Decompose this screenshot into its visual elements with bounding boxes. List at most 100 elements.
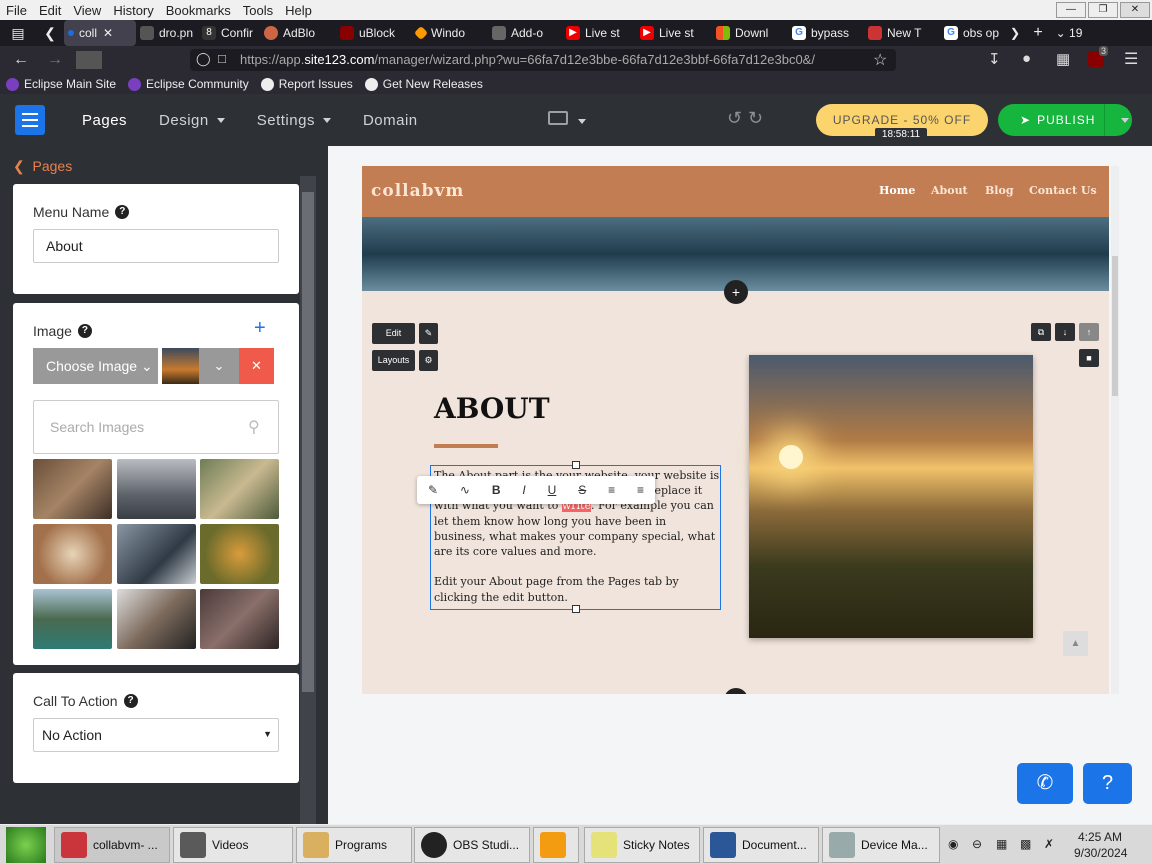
pencil-icon[interactable]: ✎: [419, 323, 438, 344]
taskbar-item[interactable]: Sticky Notes: [584, 827, 700, 863]
shield-icon[interactable]: ◯: [196, 51, 211, 67]
delete-icon[interactable]: ■: [1079, 349, 1099, 367]
tab-active[interactable]: coll ✕: [64, 20, 136, 46]
taskbar-item[interactable]: Document...: [703, 827, 819, 863]
image-search-input[interactable]: Search Images: [33, 400, 279, 454]
preview-scrollbar[interactable]: [1111, 166, 1119, 694]
nav-design[interactable]: Design: [159, 112, 225, 129]
remove-image-icon[interactable]: ✕: [239, 348, 274, 384]
back-to-pages-link[interactable]: ❮ Pages: [13, 158, 72, 175]
publish-button[interactable]: ➤ PUBLISH: [998, 104, 1132, 136]
tab-scroll-left-icon[interactable]: ❮: [36, 25, 64, 42]
tray-icon[interactable]: ▩: [1020, 837, 1031, 851]
tab-item[interactable]: ▶ Live st: [562, 20, 636, 46]
strikethrough-icon[interactable]: S: [578, 483, 586, 497]
restore-button[interactable]: ❐: [1088, 2, 1118, 18]
duplicate-icon[interactable]: ⧉: [1031, 323, 1051, 341]
nav-settings[interactable]: Settings: [257, 112, 331, 129]
bookmark-star-icon[interactable]: ☆: [873, 50, 887, 70]
start-button[interactable]: [6, 827, 46, 863]
add-image-icon[interactable]: +: [254, 317, 266, 340]
about-image[interactable]: [749, 355, 1033, 638]
help-icon[interactable]: ?: [115, 205, 130, 219]
tab-scroll-right-icon[interactable]: ❯: [1004, 26, 1026, 40]
forward-icon[interactable]: →: [42, 51, 68, 69]
stock-image-thumb[interactable]: [33, 524, 112, 584]
menu-edit[interactable]: Edit: [33, 3, 67, 18]
bookmark-eclipse-community[interactable]: Eclipse Community: [128, 77, 249, 91]
taskbar-item[interactable]: collabvm- ...: [54, 827, 170, 863]
undo-icon[interactable]: ↺: [727, 108, 742, 129]
menu-tools[interactable]: Tools: [237, 3, 279, 18]
site-logo[interactable]: collabvm: [371, 181, 464, 201]
scroll-top-icon[interactable]: ▲: [1063, 631, 1088, 656]
choose-image-button[interactable]: Choose Image ⌄: [33, 348, 158, 384]
site-nav-blog[interactable]: Blog: [985, 184, 1014, 197]
tab-item[interactable]: ▶ Live st: [636, 20, 712, 46]
close-window-button[interactable]: ✕: [1120, 2, 1150, 18]
resize-handle[interactable]: [572, 605, 580, 613]
layouts-button[interactable]: Layouts: [372, 350, 415, 371]
clock-time[interactable]: 4:25 AM: [1078, 830, 1122, 844]
bookmark-report-issues[interactable]: Report Issues: [260, 77, 353, 91]
menu-file[interactable]: File: [0, 3, 33, 18]
taskbar-item[interactable]: OBS Studi...: [414, 827, 530, 863]
taskbar-item[interactable]: [533, 827, 579, 863]
bookmark-eclipse-main[interactable]: Eclipse Main Site: [6, 77, 116, 91]
move-up-icon[interactable]: ↑: [1079, 323, 1099, 341]
image-options-chevron-icon[interactable]: ⌄: [199, 348, 239, 384]
gear-icon[interactable]: ⚙: [419, 350, 438, 371]
menu-bookmarks[interactable]: Bookmarks: [160, 3, 237, 18]
publish-dropdown-icon[interactable]: [1121, 118, 1129, 123]
scrollbar-thumb[interactable]: [302, 192, 314, 692]
tray-icon[interactable]: ⊖: [972, 837, 982, 851]
clock-date[interactable]: 9/30/2024: [1074, 846, 1127, 860]
help-icon[interactable]: ?: [77, 324, 92, 338]
panel-scrollbar[interactable]: [300, 176, 316, 826]
tray-icon[interactable]: ▦: [996, 837, 1007, 851]
wave-icon[interactable]: ∿: [460, 483, 470, 497]
tab-item[interactable]: Add-o: [488, 20, 562, 46]
tab-item[interactable]: Gobs op: [940, 20, 1004, 46]
stock-image-thumb[interactable]: [117, 589, 196, 649]
move-down-icon[interactable]: ↓: [1055, 323, 1075, 341]
app-logo-icon[interactable]: [15, 105, 45, 135]
network-tray-icon[interactable]: ◉: [948, 837, 958, 851]
device-preview-icon[interactable]: [548, 111, 568, 125]
cta-select[interactable]: No Action ▼: [33, 718, 279, 752]
bookmark-get-new-releases[interactable]: Get New Releases: [364, 77, 483, 91]
extensions-icon[interactable]: ▦: [1056, 50, 1070, 68]
add-section-icon[interactable]: [724, 688, 748, 694]
brush-icon[interactable]: ✎: [428, 483, 438, 497]
stock-image-thumb[interactable]: [33, 589, 112, 649]
italic-icon[interactable]: I: [522, 483, 525, 497]
tab-item[interactable]: 8 Confir: [198, 20, 260, 46]
minimize-button[interactable]: —: [1056, 2, 1086, 18]
tab-list-button[interactable]: ⌄ 19: [1050, 26, 1088, 40]
new-tab-icon[interactable]: +: [1026, 24, 1050, 42]
about-heading[interactable]: ABOUT: [434, 392, 550, 425]
resize-handle[interactable]: [572, 461, 580, 469]
redo-icon[interactable]: ↻: [748, 108, 763, 129]
tab-close-icon[interactable]: ✕: [103, 26, 113, 40]
taskbar-item[interactable]: Programs: [296, 827, 412, 863]
stock-image-thumb[interactable]: [117, 459, 196, 519]
menu-name-input[interactable]: About: [33, 229, 279, 263]
tab-item[interactable]: New T: [864, 20, 940, 46]
scrollbar-thumb[interactable]: [1112, 256, 1118, 396]
lock-icon[interactable]: □: [218, 51, 226, 66]
tab-item[interactable]: Gbypass: [788, 20, 864, 46]
bold-icon[interactable]: B: [492, 483, 501, 497]
underline-icon[interactable]: U: [548, 483, 557, 497]
tab-item[interactable]: dro.pn: [136, 20, 198, 46]
stock-image-thumb[interactable]: [33, 459, 112, 519]
nav-domain[interactable]: Domain: [363, 112, 418, 129]
url-bar[interactable]: https://app.site123.com/manager/wizard.p…: [190, 49, 896, 71]
nav-pages[interactable]: Pages: [82, 112, 127, 129]
taskbar-item[interactable]: Videos: [173, 827, 293, 863]
stock-image-thumb[interactable]: [200, 589, 279, 649]
site-nav-about[interactable]: About: [931, 184, 968, 197]
tab-item[interactable]: Windo: [412, 20, 488, 46]
stock-image-thumb[interactable]: [200, 459, 279, 519]
taskbar-item[interactable]: Device Ma...: [822, 827, 940, 863]
